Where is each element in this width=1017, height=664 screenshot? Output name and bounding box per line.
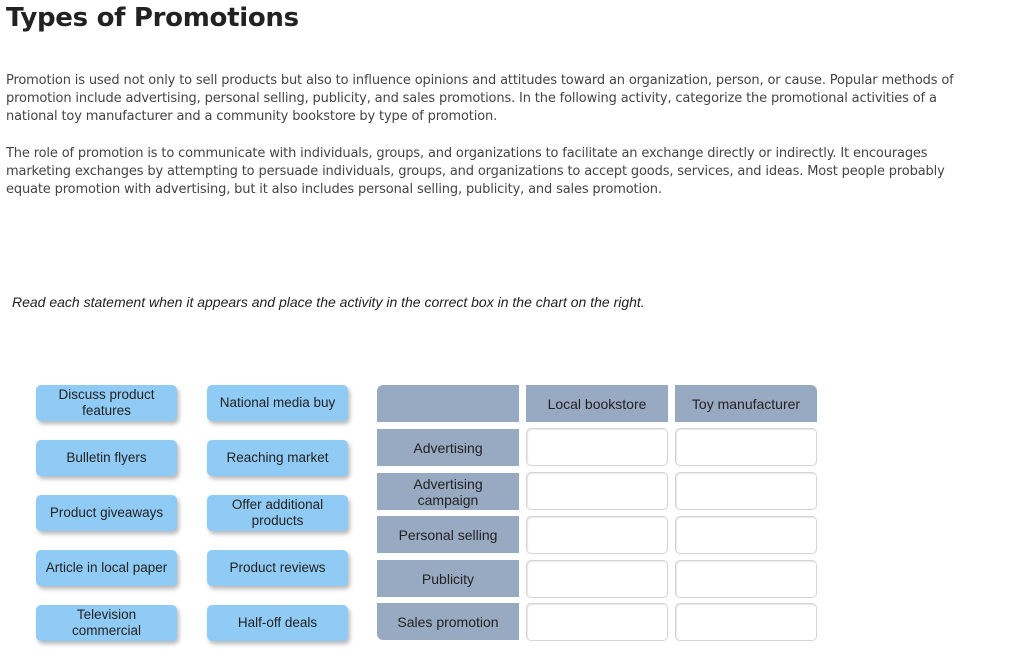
column-header-local-bookstore: Local bookstore — [526, 385, 668, 422]
drop-zone-sales-promotion-toy[interactable] — [675, 603, 817, 641]
instructions: Read each statement when it appears and … — [12, 294, 645, 310]
card-label: Reaching market — [226, 450, 329, 465]
intro-paragraph-1: Promotion is used not only to sell produ… — [6, 73, 954, 124]
drop-zone-campaign-toy[interactable] — [675, 472, 817, 510]
row-header-sales-promotion: Sales promotion — [377, 603, 519, 640]
draggable-card[interactable]: Offer additional products — [207, 495, 348, 531]
column-header-toy-manufacturer: Toy manufacturer — [675, 385, 817, 422]
draggable-card[interactable]: Reaching market — [207, 440, 348, 476]
card-label: Article in local paper — [45, 560, 168, 575]
card-label: Product giveaways — [49, 505, 164, 520]
row-header-advertising: Advertising — [377, 429, 519, 466]
card-label: Bulletin flyers — [66, 450, 147, 465]
draggable-card[interactable]: Bulletin flyers — [36, 440, 177, 476]
page-title: Types of Promotions — [6, 3, 299, 33]
drop-zone-personal-selling-toy[interactable] — [675, 516, 817, 554]
row-header-personal-selling: Personal selling — [377, 516, 519, 553]
card-label: Television commercial — [71, 607, 141, 638]
drop-zone-sales-promotion-bookstore[interactable] — [526, 603, 668, 641]
draggable-card[interactable]: National media buy — [207, 385, 348, 421]
draggable-card[interactable]: Discuss product features — [36, 385, 177, 421]
card-label: Offer additional products — [231, 497, 324, 528]
drop-zone-advertising-toy[interactable] — [675, 428, 817, 466]
draggable-card[interactable]: Half-off deals — [207, 605, 348, 641]
card-label: Product reviews — [229, 560, 326, 575]
draggable-card[interactable]: Article in local paper — [36, 550, 177, 586]
card-label: National media buy — [219, 395, 336, 410]
drop-zone-personal-selling-bookstore[interactable] — [526, 516, 668, 554]
draggable-card[interactable]: Product giveaways — [36, 495, 177, 531]
draggable-card[interactable]: Television commercial — [36, 605, 177, 641]
card-label: Half-off deals — [237, 615, 318, 630]
chart-corner-header — [377, 385, 519, 422]
drop-zone-publicity-toy[interactable] — [675, 560, 817, 598]
card-label: Discuss product features — [58, 387, 155, 418]
drop-zone-advertising-bookstore[interactable] — [526, 428, 668, 466]
drop-zone-campaign-bookstore[interactable] — [526, 472, 668, 510]
draggable-card[interactable]: Product reviews — [207, 550, 348, 586]
row-header-publicity: Publicity — [377, 560, 519, 597]
drop-zone-publicity-bookstore[interactable] — [526, 560, 668, 598]
row-header-advertising-campaign: Advertising campaign — [377, 473, 519, 510]
intro-paragraph-2: The role of promotion is to communicate … — [6, 146, 945, 197]
